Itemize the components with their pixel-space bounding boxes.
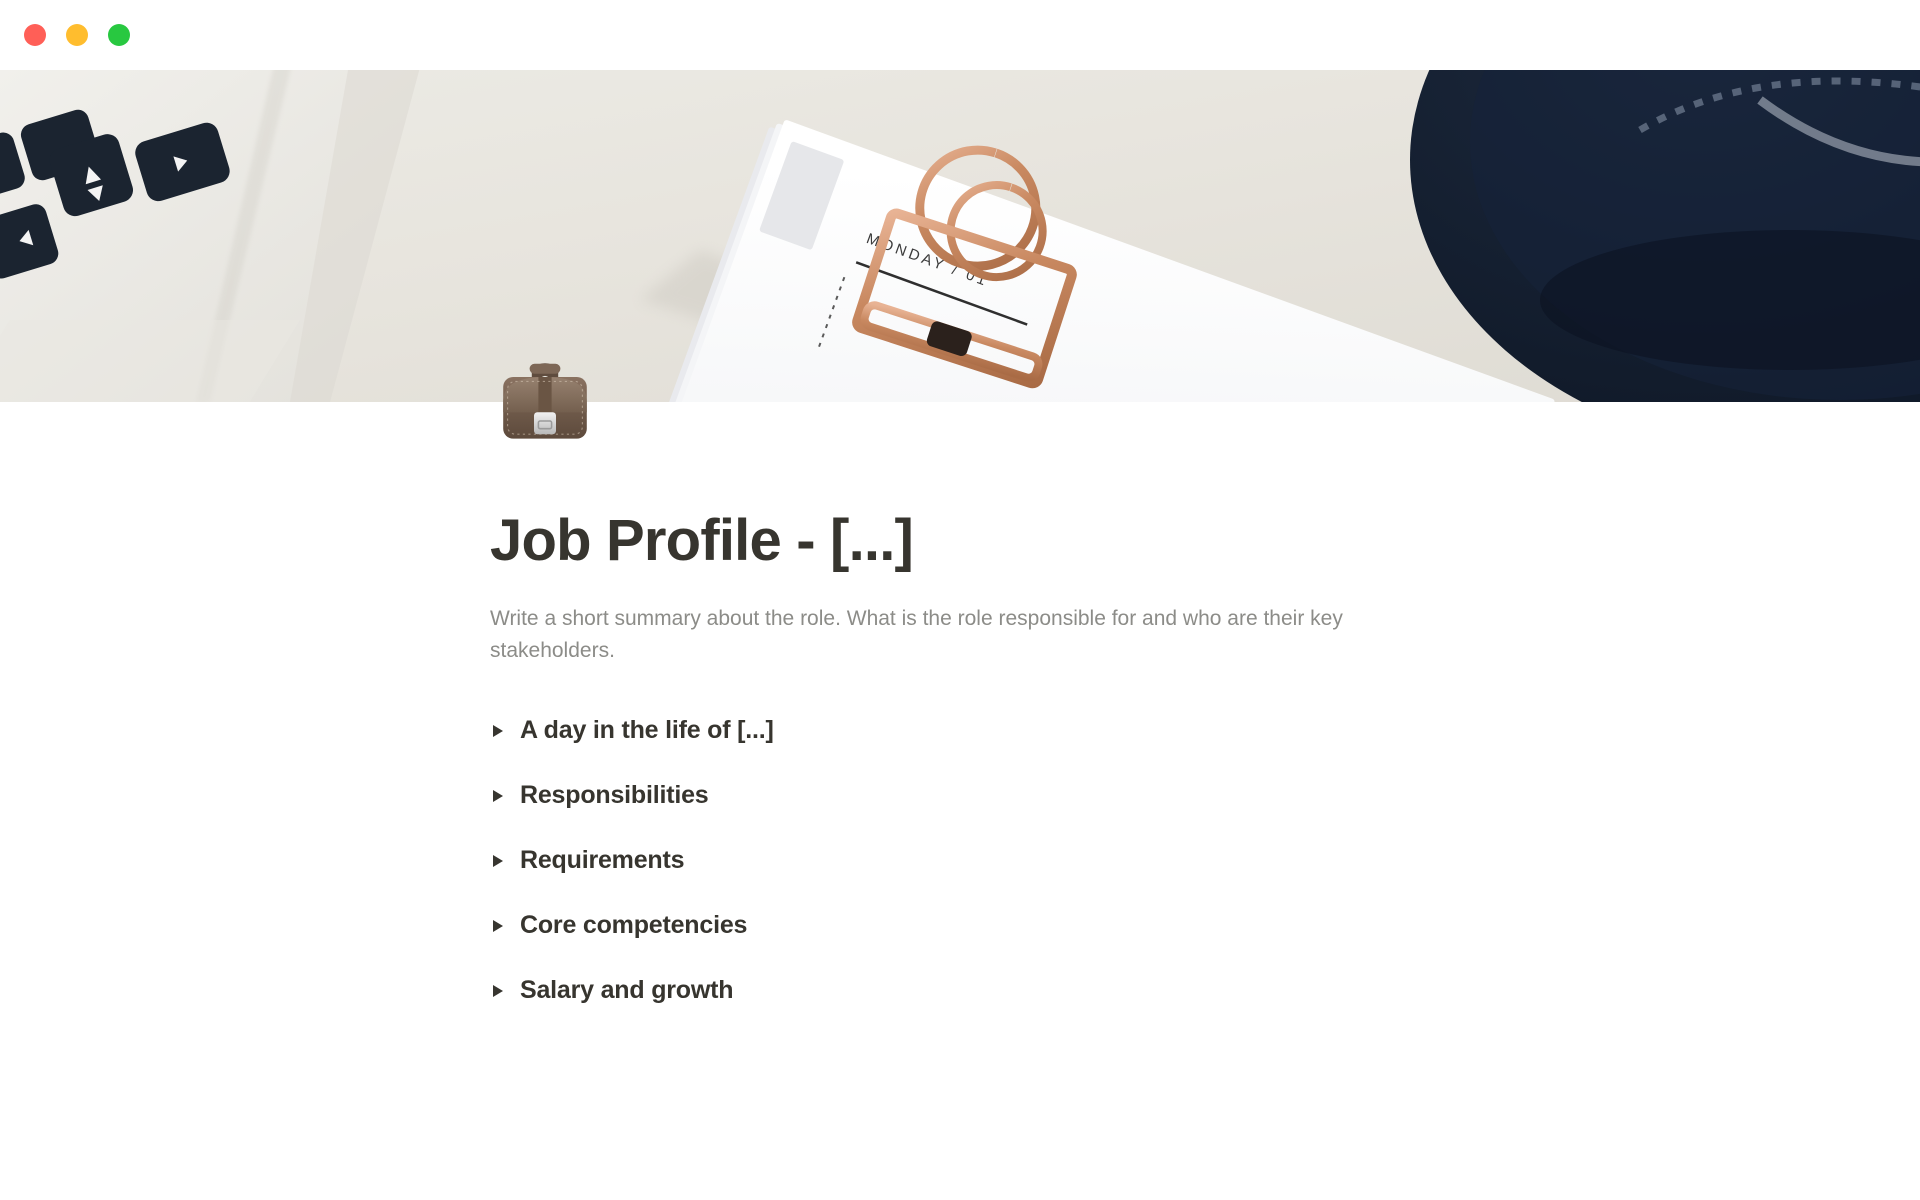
page-description[interactable]: Write a short summary about the role. Wh… bbox=[490, 603, 1390, 668]
triangle-right-icon[interactable] bbox=[490, 788, 516, 804]
briefcase-icon[interactable] bbox=[490, 344, 600, 454]
minimize-window-button[interactable] bbox=[66, 24, 88, 46]
close-window-button[interactable] bbox=[24, 24, 46, 46]
toggle-block-responsibilities[interactable]: Responsibilities bbox=[490, 775, 1630, 817]
triangle-right-icon[interactable] bbox=[490, 983, 516, 999]
triangle-right-icon[interactable] bbox=[490, 918, 516, 934]
page-content: Job Profile - [...] Write a short summar… bbox=[490, 402, 1630, 1035]
toggle-block-core-competencies[interactable]: Core competencies bbox=[490, 905, 1630, 947]
toggle-label: Salary and growth bbox=[520, 976, 734, 1005]
toggle-block-list: A day in the life of [...] Responsibilit… bbox=[490, 710, 1630, 1012]
toggle-block-requirements[interactable]: Requirements bbox=[490, 840, 1630, 882]
toggle-block-salary-and-growth[interactable]: Salary and growth bbox=[490, 970, 1630, 1012]
page-body: Job Profile - [...] Write a short summar… bbox=[0, 363, 1920, 1200]
toggle-block-a-day-in-the-life[interactable]: A day in the life of [...] bbox=[490, 710, 1630, 752]
cover-photo-artwork: MONDAY / 01 bbox=[0, 70, 1920, 402]
toggle-label: Requirements bbox=[520, 846, 685, 875]
toggle-label: A day in the life of [...] bbox=[520, 716, 774, 745]
toggle-label: Core competencies bbox=[520, 911, 748, 940]
triangle-right-icon[interactable] bbox=[490, 723, 516, 739]
triangle-right-icon[interactable] bbox=[490, 853, 516, 869]
app-window: MONDAY / 01 Job Profile - [...] Write a … bbox=[0, 0, 1920, 1200]
maximize-window-button[interactable] bbox=[108, 24, 130, 46]
traffic-light-group bbox=[24, 24, 130, 46]
page-cover-image[interactable]: MONDAY / 01 bbox=[0, 70, 1920, 402]
toggle-label: Responsibilities bbox=[520, 781, 709, 810]
window-titlebar bbox=[0, 0, 1920, 70]
briefcase-icon-glyph bbox=[503, 363, 587, 439]
page-title[interactable]: Job Profile - [...] bbox=[490, 402, 1630, 575]
